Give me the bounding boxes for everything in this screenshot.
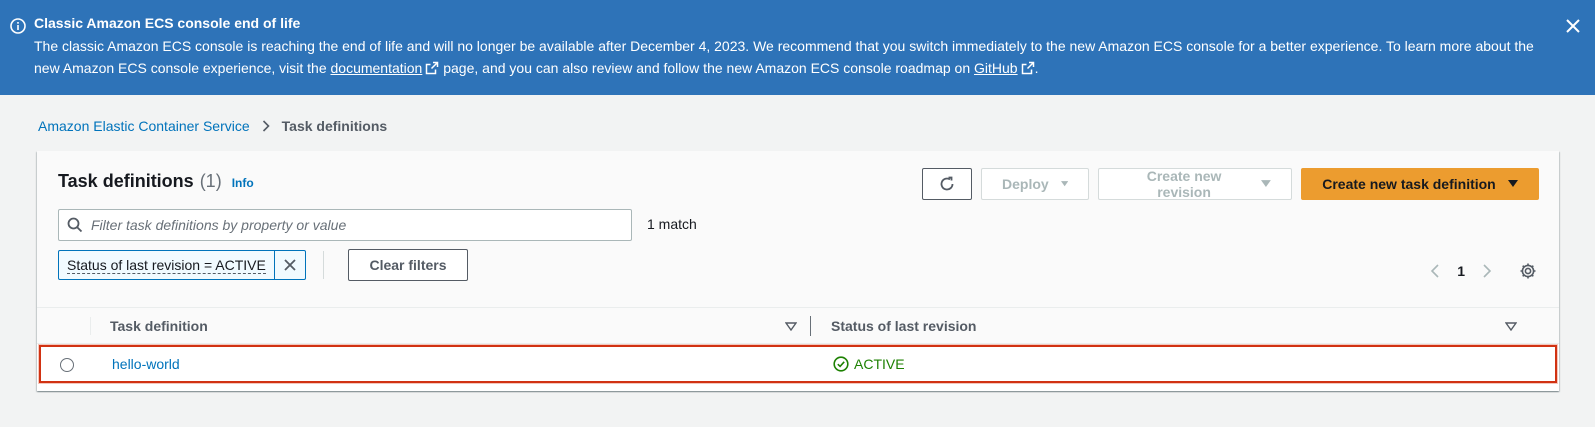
breadcrumb-current: Task definitions: [281, 118, 388, 134]
caret-down-icon: [1060, 181, 1068, 187]
column-divider: [90, 317, 91, 335]
create-new-revision-label: Create new revision: [1146, 168, 1222, 200]
create-new-task-definition-label: Create new task definition: [1322, 176, 1496, 192]
chevron-right-icon: [262, 120, 270, 132]
column-resizer[interactable]: [810, 316, 811, 336]
info-link[interactable]: Info: [232, 176, 254, 190]
create-new-task-definition-button[interactable]: Create new task definition: [1301, 168, 1539, 200]
sort-icon[interactable]: [1505, 322, 1517, 331]
toolbar: Deploy Create new revision Create new ta…: [922, 168, 1539, 200]
remove-filter-button[interactable]: [275, 251, 305, 279]
status-cell: ACTIVE: [833, 356, 905, 372]
close-icon: [284, 259, 296, 271]
deploy-button[interactable]: Deploy: [981, 168, 1089, 200]
match-count: 1 match: [647, 216, 697, 232]
banner-body: The classic Amazon ECS console is reachi…: [34, 35, 1535, 79]
filter-token-text: Status of last revision = ACTIVE: [67, 256, 266, 274]
close-banner-icon[interactable]: [1563, 16, 1583, 36]
column-header-status[interactable]: Status of last revision: [831, 308, 976, 344]
previous-page-icon[interactable]: [1429, 264, 1441, 278]
panel-title-row: Task definitions (1) Info: [58, 171, 254, 192]
gear-icon[interactable]: [1519, 262, 1537, 280]
task-definition-link[interactable]: hello-world: [112, 356, 180, 372]
banner-title: Classic Amazon ECS console end of life: [34, 15, 301, 31]
page-title: Task definitions: [58, 171, 194, 191]
documentation-link[interactable]: documentation: [331, 60, 423, 76]
row-select-radio[interactable]: [60, 358, 74, 372]
deploy-label: Deploy: [1002, 176, 1049, 192]
filter-token-label[interactable]: Status of last revision = ACTIVE: [59, 251, 275, 279]
refresh-button[interactable]: [922, 168, 972, 200]
pagination: 1: [1429, 262, 1537, 280]
banner-text-3: .: [1034, 60, 1039, 76]
breadcrumb: Amazon Elastic Container Service Task de…: [38, 116, 387, 136]
banner-text-2: page, and you can also review and follow…: [439, 60, 975, 76]
caret-down-icon: [1261, 180, 1271, 187]
search-icon: [67, 217, 83, 233]
create-new-revision-button[interactable]: Create new revision: [1098, 168, 1292, 200]
breadcrumb-ecs-link[interactable]: Amazon Elastic Container Service: [38, 118, 250, 134]
eol-notification-banner: Classic Amazon ECS console end of life T…: [0, 0, 1595, 95]
caret-down-icon: [1507, 180, 1518, 187]
filter-input[interactable]: [91, 217, 611, 233]
column-header-task-definition[interactable]: Task definition: [110, 308, 208, 344]
clear-filters-button[interactable]: Clear filters: [348, 249, 468, 281]
external-link-icon: [426, 61, 439, 75]
table-row[interactable]: hello-world ACTIVE: [39, 345, 1557, 383]
table-header: Task definition Status of last revision: [37, 308, 1559, 344]
refresh-icon: [940, 176, 954, 191]
task-definitions-panel: Task definitions (1) Info Deploy Create …: [37, 151, 1559, 391]
current-page[interactable]: 1: [1457, 263, 1465, 279]
check-circle-icon: [833, 356, 849, 372]
filter-box: [58, 209, 632, 241]
external-link-icon: [1021, 61, 1034, 75]
status-text: ACTIVE: [854, 356, 905, 372]
filter-token: Status of last revision = ACTIVE: [58, 250, 306, 280]
next-page-icon[interactable]: [1481, 264, 1493, 278]
divider: [323, 251, 324, 279]
info-icon: [10, 18, 26, 34]
item-count: (1): [199, 171, 222, 191]
github-link[interactable]: GitHub: [974, 60, 1018, 76]
sort-icon[interactable]: [785, 322, 797, 331]
